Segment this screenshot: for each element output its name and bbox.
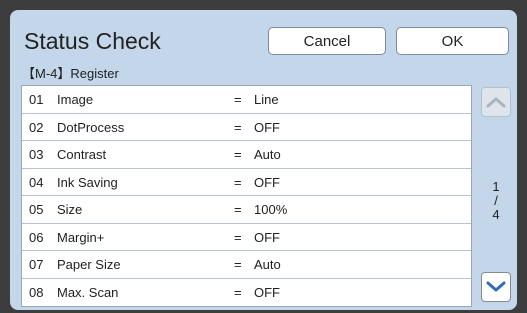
- scroll-up-button[interactable]: [481, 87, 511, 117]
- chevron-down-icon: [486, 281, 506, 292]
- item-name: Size: [57, 202, 83, 217]
- item-number: 06: [29, 229, 44, 245]
- item-name: Paper Size: [57, 257, 121, 272]
- item-value: Auto: [254, 257, 281, 272]
- item-equals: =: [234, 174, 242, 190]
- item-name: DotProcess: [57, 119, 125, 135]
- item-equals: =: [234, 202, 242, 217]
- item-value: OFF: [254, 229, 280, 245]
- chevron-up-icon: [486, 97, 506, 108]
- item-value: OFF: [254, 284, 280, 300]
- item-value: Auto: [254, 147, 281, 162]
- page-current: 1: [492, 179, 500, 194]
- scroll-down-button[interactable]: [481, 272, 511, 302]
- item-number: 08: [29, 284, 44, 300]
- status-check-dialog: Status Check Cancel OK 【M-4】Register 01 …: [10, 10, 517, 310]
- list-item[interactable]: 01 Image = Line: [22, 86, 471, 114]
- dialog-title: Status Check: [24, 28, 161, 54]
- settings-list: 01 Image = Line 02 DotProcess = OFF 03 C…: [21, 85, 472, 307]
- item-value: 100%: [254, 202, 288, 217]
- page-indicator: 1 / 4: [481, 180, 511, 222]
- item-number: 05: [29, 202, 44, 217]
- cancel-button[interactable]: Cancel: [268, 27, 386, 55]
- list-item[interactable]: 06 Margin+ = OFF: [22, 224, 471, 251]
- page-total: 4: [492, 207, 500, 222]
- item-name: Max. Scan: [57, 284, 119, 300]
- item-equals: =: [234, 147, 242, 162]
- list-item[interactable]: 04 Ink Saving = OFF: [22, 169, 471, 196]
- section-label: 【M-4】Register: [22, 66, 119, 81]
- list-item[interactable]: 02 DotProcess = OFF: [22, 114, 471, 141]
- item-equals: =: [234, 284, 242, 300]
- list-item[interactable]: 05 Size = 100%: [22, 196, 471, 224]
- ok-button[interactable]: OK: [396, 27, 509, 55]
- item-value: Line: [254, 92, 279, 107]
- list-item[interactable]: 07 Paper Size = Auto: [22, 251, 471, 279]
- list-item[interactable]: 03 Contrast = Auto: [22, 141, 471, 169]
- item-equals: =: [234, 92, 242, 107]
- item-number: 04: [29, 174, 44, 190]
- item-equals: =: [234, 257, 242, 272]
- item-number: 01: [29, 92, 44, 107]
- page-separator: /: [494, 193, 498, 208]
- item-name: Margin+: [57, 229, 105, 245]
- item-number: 03: [29, 147, 44, 162]
- list-item[interactable]: 08 Max. Scan = OFF: [22, 279, 471, 307]
- item-equals: =: [234, 229, 242, 245]
- item-equals: =: [234, 119, 242, 135]
- item-number: 02: [29, 119, 44, 135]
- item-value: OFF: [254, 119, 280, 135]
- item-number: 07: [29, 257, 44, 272]
- item-name: Ink Saving: [57, 174, 118, 190]
- item-value: OFF: [254, 174, 280, 190]
- item-name: Image: [57, 92, 94, 107]
- item-name: Contrast: [57, 147, 107, 162]
